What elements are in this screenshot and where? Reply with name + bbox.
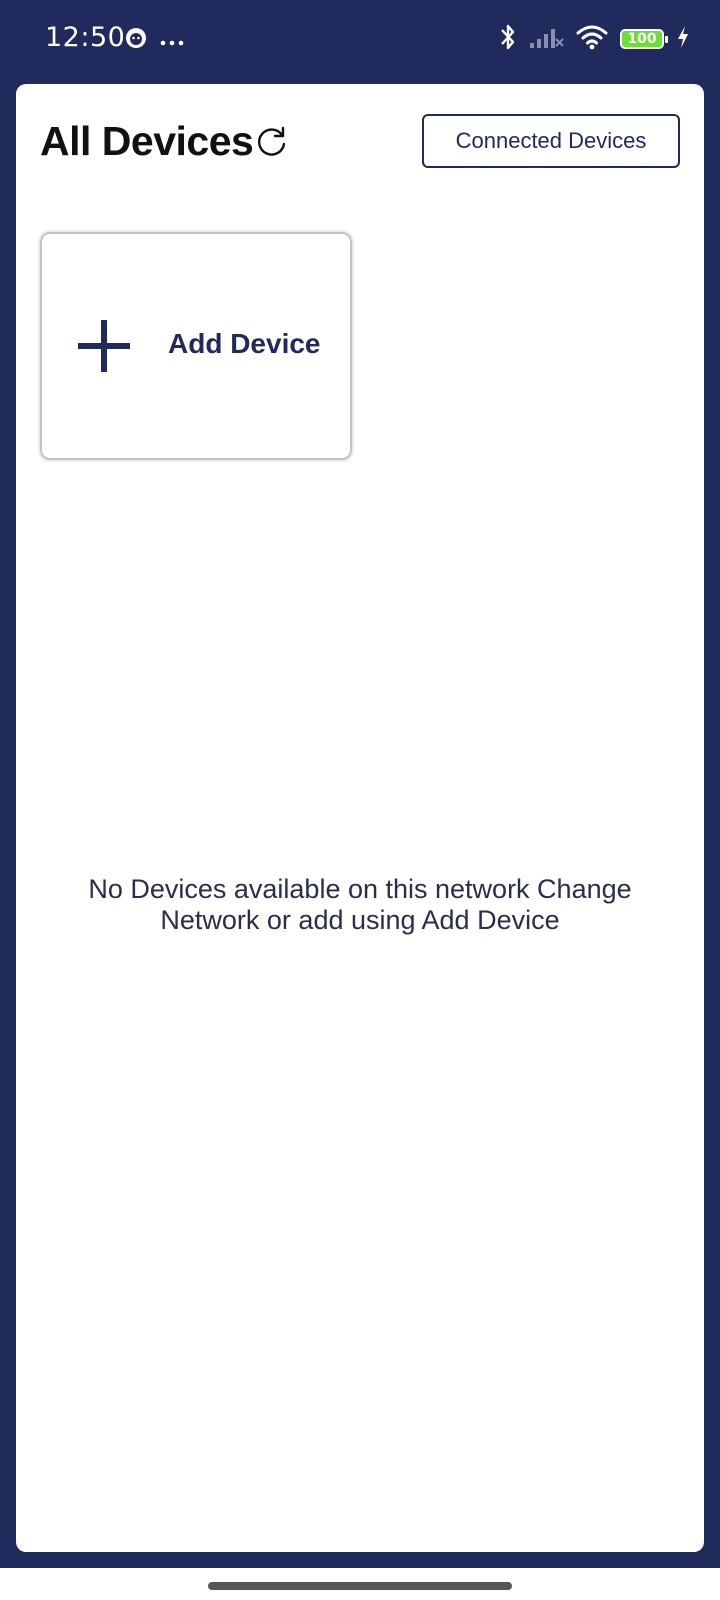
- status-bar: 12:50 100: [0, 0, 720, 80]
- app-notification-icon: [124, 26, 148, 55]
- page-title: All Devices: [40, 118, 254, 164]
- home-indicator[interactable]: [208, 1582, 512, 1590]
- add-device-label: Add Device: [168, 328, 321, 359]
- refresh-icon[interactable]: [254, 124, 290, 160]
- plus-icon: [76, 318, 132, 374]
- battery-level: 100: [627, 31, 657, 47]
- devices-card: All Devices Connected Devices Add Device…: [16, 84, 704, 1552]
- charging-icon: [676, 25, 690, 54]
- wifi-icon: [576, 24, 608, 55]
- empty-state-message: No Devices available on this network Cha…: [88, 874, 632, 935]
- status-time: 12:50: [45, 22, 126, 53]
- bluetooth-icon: [498, 22, 518, 57]
- more-dots-icon: [160, 34, 184, 52]
- connected-devices-button[interactable]: Connected Devices: [422, 114, 680, 168]
- battery-icon: 100: [620, 29, 668, 49]
- gesture-nav-bar: [0, 1568, 720, 1600]
- signal-icon: [530, 25, 564, 54]
- add-device-tile[interactable]: Add Device: [40, 232, 352, 460]
